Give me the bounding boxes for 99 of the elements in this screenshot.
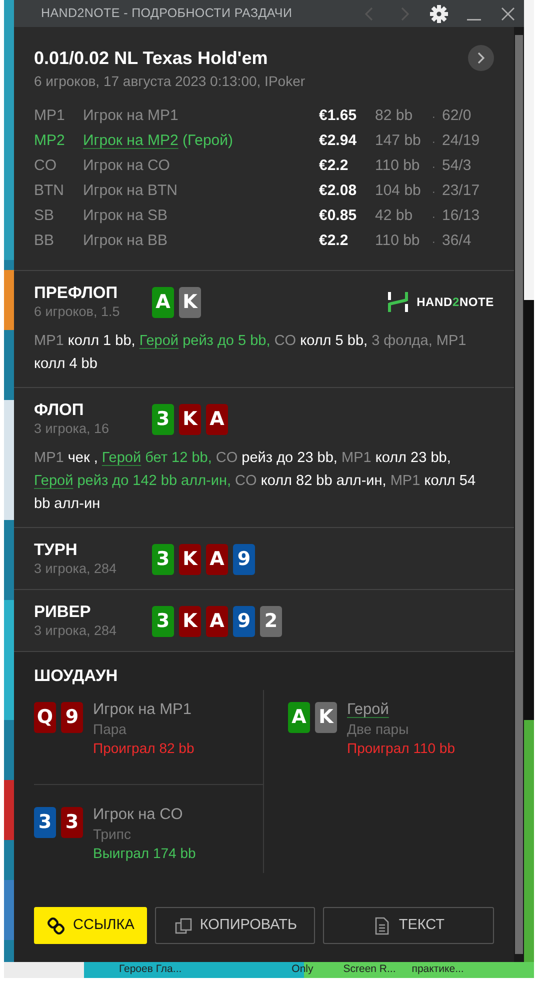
player-name: Игрок на CO [93,806,183,823]
stack-bb: 104 bb [375,181,422,201]
card: 9 [61,702,83,733]
player-stats: 62/0 [442,106,472,126]
card: Q [34,702,56,733]
next-button[interactable] [468,45,494,71]
street-info: 3 игрока, 284 [34,622,118,640]
window-title: HAND2NOTE - ПОДРОБНОСТИ РАЗДАЧИ [41,5,294,22]
icon-label[interactable]: Screen R... [343,962,396,976]
stack-amount: €2.08 [319,181,358,201]
result-text: Проиграл 82 bb [93,739,194,758]
card: 9 [233,606,255,636]
separator-dot: · [432,237,436,248]
stack-amount: €2.94 [319,131,358,151]
card: 3 [152,606,174,636]
player-stats: 16/13 [442,206,481,226]
card: 3 [152,544,174,574]
player-name: Игрок на MP1 [83,107,178,124]
player-link[interactable]: Игрок на MP2 [83,132,178,149]
player-name: Игрок на MP1 [93,701,192,718]
separator-dot: · [432,187,436,198]
document-icon [372,916,391,934]
logo: HAND2NOTE [386,291,494,313]
stack-bb: 82 bb [375,106,414,126]
stack-amount: €1.65 [319,106,358,126]
hand-rank: Две пары [347,720,410,739]
card: A [206,606,228,636]
separator-dot: · [432,112,436,123]
showdown-title: ШОУДАУН [34,666,119,686]
position-label: SB [34,206,56,226]
link-icon [47,916,65,934]
player-stats: 36/4 [442,231,472,251]
street-info: 6 игроков, 1.5 [34,303,121,321]
game-title: 0.01/0.02 NL Texas Hold'em [34,47,268,70]
position-label: MP1 [34,106,66,126]
stack-bb: 147 bb [375,131,422,151]
text-button[interactable]: ТЕКСТ [323,907,494,944]
copy-button[interactable]: КОПИРОВАТЬ [155,907,316,944]
chevron-right-icon [477,52,485,64]
street-title: ФЛОП [34,400,85,420]
street-info: 3 игрока, 16 [34,420,110,438]
settings-icon[interactable] [430,4,448,22]
card: 9 [233,544,255,574]
scrollbar[interactable] [514,27,524,962]
separator-dot: · [432,212,436,223]
action-log: MP1 чек , Герой бет 12 bb, CO рейз до 23 bb, MP1 колл 23 bb, Герой рейз до 142 bb алл-ин, CO колл 82 bb алл-ин, MP1 колл 54 bb алл-ин [34,449,477,514]
hand-rank: Трипс [93,825,132,844]
result-text: Выиграл 174 bb [93,844,196,863]
logo-icon [386,291,409,313]
hero-link[interactable]: Герой [347,701,389,718]
player-name: Игрок на BTN [83,182,178,199]
position-label: MP2 [34,131,66,151]
stack-amount: €2.2 [319,231,350,251]
separator-dot: · [432,162,436,173]
street-title: РИВЕР [34,602,92,622]
position-label: CO [34,156,58,176]
card: 2 [260,606,282,636]
card: K [179,606,201,636]
link-button[interactable]: ССЫЛКА [34,907,148,944]
hand-info: 6 игроков, 17 августа 2023 0:13:00, IPoker [34,72,306,91]
card: 3 [152,404,174,434]
hero-tag: (Герой) [182,132,233,149]
stack-bb: 110 bb [375,156,421,176]
position-label: BTN [34,181,65,201]
action-log: MP1 колл 1 bb, Герой рейз до 5 bb, CO колл 5 bb, 3 фолда, MP1 колл 4 bb [34,332,468,374]
icon-label[interactable]: Героев Гла... [119,962,182,976]
player-name: Игрок на SB [83,207,168,224]
street-info: 3 игрока, 284 [34,560,118,578]
card: K [179,404,201,434]
card: K [179,544,201,574]
player-stats: 54/3 [442,156,472,176]
stack-amount: €0.85 [319,206,358,226]
card: K [315,702,337,733]
card: A [152,286,174,318]
player-name: Игрок на CO [83,157,170,174]
result-text: Проиграл 110 bb [347,739,455,758]
card: A [206,544,228,574]
card: 3 [61,807,83,838]
card: 3 [34,807,56,838]
copy-icon [174,916,192,934]
hero-link[interactable]: Герой [102,450,142,466]
street-title: ПРЕФЛОП [34,283,119,303]
hero-link[interactable]: Герой [34,473,74,489]
card: A [288,702,310,733]
position-label: BB [34,231,56,251]
hero-link[interactable]: Герой [139,333,179,349]
card: K [179,286,201,318]
player-stats: 24/19 [442,131,481,151]
close-icon[interactable] [500,6,516,22]
icon-label[interactable]: практике... [412,962,464,976]
stack-amount: €2.2 [319,156,350,176]
card: A [206,404,228,434]
street-title: ТУРН [34,540,78,560]
player-name: Игрок на BB [83,232,168,249]
stack-bb: 110 bb [375,231,421,251]
player-stats: 23/17 [442,181,481,201]
hand-rank: Пара [93,720,128,739]
stack-bb: 42 bb [375,206,414,226]
separator-dot: · [432,137,436,148]
